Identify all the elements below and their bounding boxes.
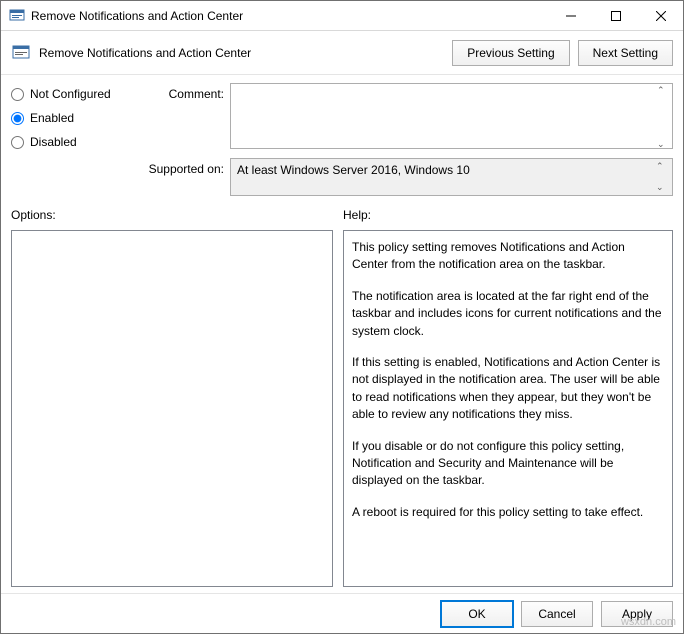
close-button[interactable]: [638, 1, 683, 30]
help-paragraph: A reboot is required for this policy set…: [352, 504, 664, 521]
state-radios: Not Configured Enabled Disabled: [11, 83, 131, 196]
help-pane: Help: This policy setting removes Notifi…: [343, 204, 673, 587]
app-icon: [9, 8, 25, 24]
help-paragraph: If you disable or do not configure this …: [352, 438, 664, 490]
policy-icon: [11, 43, 31, 63]
upper-section: Not Configured Enabled Disabled Comment:…: [11, 83, 673, 196]
radio-disabled-input[interactable]: [11, 136, 24, 149]
radio-enabled-input[interactable]: [11, 112, 24, 125]
toolbar: Remove Notifications and Action Center P…: [1, 31, 683, 75]
scroll-indicator: ⌃⌄: [656, 161, 670, 193]
help-paragraph: The notification area is located at the …: [352, 288, 664, 340]
lower-section: Options: Help: This policy setting remov…: [11, 204, 673, 587]
window-title: Remove Notifications and Action Center: [31, 9, 548, 23]
help-paragraph: If this setting is enabled, Notification…: [352, 354, 664, 424]
previous-setting-button[interactable]: Previous Setting: [452, 40, 569, 66]
cancel-button[interactable]: Cancel: [521, 601, 593, 627]
policy-title: Remove Notifications and Action Center: [39, 46, 444, 60]
radio-not-configured-input[interactable]: [11, 88, 24, 101]
options-box[interactable]: [11, 230, 333, 587]
dialog-footer: OK Cancel Apply: [1, 593, 683, 633]
supported-text: At least Windows Server 2016, Windows 10: [237, 163, 470, 177]
radio-disabled[interactable]: Disabled: [11, 135, 131, 149]
help-paragraph: This policy setting removes Notification…: [352, 239, 664, 274]
maximize-button[interactable]: [593, 1, 638, 30]
policy-dialog: Remove Notifications and Action Center R…: [0, 0, 684, 634]
help-box[interactable]: This policy setting removes Notification…: [343, 230, 673, 587]
radio-label: Disabled: [30, 135, 77, 149]
titlebar: Remove Notifications and Action Center: [1, 1, 683, 31]
supported-label: Supported on:: [139, 158, 224, 176]
ok-button[interactable]: OK: [441, 601, 513, 627]
comment-input[interactable]: [230, 83, 673, 149]
comment-row: Comment: ⌃⌄: [139, 83, 673, 152]
minimize-button[interactable]: [548, 1, 593, 30]
supported-on-value: At least Windows Server 2016, Windows 10…: [230, 158, 673, 196]
window-controls: [548, 1, 683, 30]
supported-row: Supported on: At least Windows Server 20…: [139, 158, 673, 196]
radio-not-configured[interactable]: Not Configured: [11, 87, 131, 101]
apply-button[interactable]: Apply: [601, 601, 673, 627]
next-setting-button[interactable]: Next Setting: [578, 40, 673, 66]
options-pane: Options:: [11, 204, 333, 587]
radio-label: Enabled: [30, 111, 74, 125]
help-label: Help:: [343, 204, 673, 226]
fields-section: Comment: ⌃⌄ Supported on: At least Windo…: [139, 83, 673, 196]
content-area: Not Configured Enabled Disabled Comment:…: [1, 75, 683, 593]
radio-enabled[interactable]: Enabled: [11, 111, 131, 125]
comment-label: Comment:: [139, 83, 224, 101]
radio-label: Not Configured: [30, 87, 111, 101]
options-label: Options:: [11, 204, 333, 226]
